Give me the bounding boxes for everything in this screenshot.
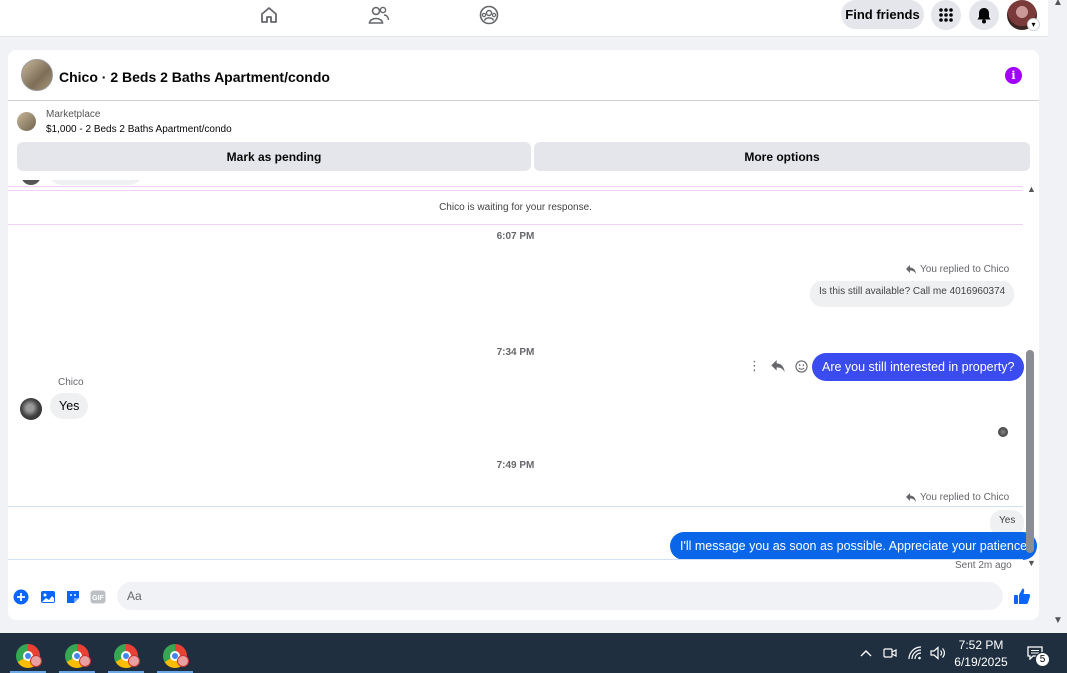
composer: GIF [8, 576, 1039, 620]
chrome-app-2[interactable] [57, 638, 97, 673]
plus-icon[interactable] [13, 589, 29, 605]
menu-grid-icon[interactable] [931, 0, 961, 30]
waiting-notice: Chico is waiting for your response. [439, 202, 592, 213]
page-scrollbar[interactable]: ▲ ▼ [1049, 0, 1067, 633]
reply-context: You replied to Chico [906, 492, 1009, 503]
message-scrollbar[interactable]: ▲ ▼ [1023, 180, 1039, 576]
bell-icon[interactable] [969, 0, 999, 30]
sender-avatar[interactable] [20, 398, 42, 420]
info-icon[interactable]: i [1005, 67, 1022, 84]
profile-badge-icon [79, 655, 91, 667]
system-clock[interactable]: 7:52 PM 6/19/2025 [950, 637, 1012, 671]
message-tools: ⋮ [748, 358, 808, 374]
top-nav: Find friends ▾ [0, 0, 1048, 37]
avatar [21, 180, 41, 185]
scrollbar-thumb[interactable] [1026, 350, 1034, 553]
scroll-up-arrow-icon[interactable]: ▲ [1027, 184, 1036, 194]
chrome-app-4[interactable] [155, 638, 195, 673]
message-list: Chico is waiting for your response. 6:07… [8, 180, 1039, 576]
reply-icon[interactable] [771, 360, 785, 372]
gif-icon[interactable]: GIF [90, 589, 106, 605]
clock-time: 7:52 PM [958, 638, 1004, 652]
clock-date: 6/19/2025 [954, 655, 1008, 669]
svg-text:GIF: GIF [92, 595, 104, 602]
scroll-up-arrow-icon[interactable]: ▲ [1053, 0, 1063, 8]
more-options-button[interactable]: More options [534, 142, 1030, 171]
quoted-message[interactable]: Is this still available? Call me 4016960… [810, 281, 1015, 307]
divider [8, 506, 1023, 507]
chrome-app-3[interactable] [106, 638, 146, 673]
reply-icon [906, 265, 916, 274]
reply-context: You replied to Chico [906, 264, 1009, 275]
volume-icon[interactable] [928, 633, 948, 673]
divider [8, 559, 1023, 560]
notification-count-badge: 5 [1035, 652, 1050, 667]
like-icon[interactable] [1013, 587, 1031, 605]
message-input[interactable] [117, 582, 967, 610]
listing-avatar[interactable] [21, 59, 53, 91]
my-message-bubble[interactable]: I'll message you as soon as possible. Ap… [670, 532, 1038, 560]
seen-indicator [998, 427, 1008, 437]
profile-badge-icon [30, 655, 42, 667]
chrome-app-1[interactable] [8, 638, 48, 673]
reply-icon [906, 493, 916, 502]
meet-now-icon[interactable] [880, 633, 900, 673]
listing-source: Marketplace [46, 109, 101, 120]
listing-thumbnail[interactable] [17, 112, 36, 131]
chevron-up-icon[interactable] [856, 633, 876, 673]
chat-header: Chico · 2 Beds 2 Baths Apartment/condo i [8, 50, 1039, 101]
timestamp: 7:34 PM [496, 347, 535, 358]
their-message-bubble[interactable]: Yes [50, 393, 89, 419]
home-icon[interactable] [258, 4, 280, 26]
more-options-icon[interactable]: ⋮ [748, 358, 761, 374]
sent-status: Sent 2m ago [955, 560, 1012, 571]
message-input-wrapper[interactable] [117, 582, 1003, 610]
replied-label: You replied to Chico [920, 492, 1010, 503]
photo-icon[interactable] [40, 589, 56, 605]
scroll-down-arrow-icon[interactable]: ▼ [1027, 558, 1036, 568]
chat-title[interactable]: Chico · 2 Beds 2 Baths Apartment/condo [59, 69, 330, 85]
sender-name: Chico [58, 377, 84, 388]
chat-panel: Chico · 2 Beds 2 Baths Apartment/condo i… [8, 50, 1039, 620]
listing-title[interactable]: $1,000 - 2 Beds 2 Baths Apartment/condo [46, 124, 232, 135]
scroll-down-arrow-icon[interactable]: ▼ [1053, 615, 1063, 626]
friends-icon[interactable] [368, 4, 390, 26]
taskbar: 7:52 PM 6/19/2025 5 [0, 633, 1067, 673]
sticker-icon[interactable] [65, 589, 81, 605]
groups-icon[interactable] [478, 4, 500, 26]
profile-badge-icon [128, 655, 140, 667]
mark-as-pending-button[interactable]: Mark as pending [17, 142, 531, 171]
timestamp: 7:49 PM [496, 460, 535, 471]
wifi-icon[interactable] [904, 633, 926, 673]
message-bubble [48, 180, 143, 185]
listing-banner: Marketplace $1,000 - 2 Beds 2 Baths Apar… [8, 102, 1039, 182]
chevron-down-icon[interactable]: ▾ [1027, 18, 1040, 31]
find-friends-button[interactable]: Find friends [841, 0, 924, 29]
timestamp: 6:07 PM [496, 231, 535, 242]
profile-badge-icon [177, 655, 189, 667]
replied-label: You replied to Chico [920, 264, 1010, 275]
react-emoji-icon[interactable] [795, 359, 808, 373]
